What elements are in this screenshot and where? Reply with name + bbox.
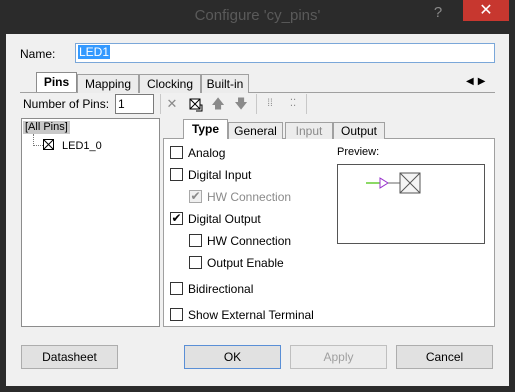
output-enable-label: Output Enable	[207, 256, 284, 270]
tab-type[interactable]: Type	[183, 119, 228, 139]
toolbar-separator	[160, 94, 161, 114]
bidirectional-label: Bidirectional	[188, 282, 254, 296]
apply-button[interactable]: Apply	[290, 345, 387, 369]
di-hw-connection-label: HW Connection	[207, 190, 292, 204]
move-up-icon[interactable]: 🡅	[209, 96, 227, 112]
tab-built-in[interactable]: Built-in	[201, 74, 249, 93]
tab-clocking[interactable]: Clocking	[139, 74, 201, 93]
tree-root-all-pins[interactable]: [All Pins]	[23, 121, 70, 134]
name-input[interactable]	[75, 43, 495, 63]
digital-input-label: Digital Input	[188, 168, 252, 182]
tree-item-led1-0[interactable]: LED1_0	[62, 140, 102, 152]
preview-box	[337, 164, 485, 244]
analog-checkbox[interactable]	[170, 146, 183, 159]
tab-mapping[interactable]: Mapping	[77, 74, 139, 93]
preview-label: Preview:	[337, 146, 380, 158]
tree-connector	[33, 145, 43, 146]
delete-icon[interactable]: ✕	[163, 96, 181, 112]
output-enable-checkbox[interactable]	[189, 256, 202, 269]
ungroup-icon[interactable]: ⁚⁚	[284, 96, 302, 112]
datasheet-button[interactable]: Datasheet	[21, 345, 118, 369]
name-label: Name:	[20, 47, 56, 61]
tab-pins[interactable]: Pins	[36, 72, 77, 92]
di-hw-connection-checkbox[interactable]: ✔	[189, 190, 202, 203]
digital-output-label: Digital Output	[188, 212, 261, 226]
pin-icon	[43, 139, 54, 150]
digital-output-checkbox[interactable]: ✔	[170, 212, 183, 225]
toolbar-separator	[306, 94, 307, 114]
cancel-button[interactable]: Cancel	[396, 345, 493, 369]
tab-scroll-arrows-icon[interactable]: ◀▶	[466, 76, 489, 87]
number-of-pins-label: Number of Pins:	[23, 97, 110, 111]
move-down-icon[interactable]: 🡇	[232, 96, 250, 112]
group-icon[interactable]: ⁞⁞	[261, 96, 279, 112]
tab-input[interactable]: Input	[285, 122, 333, 139]
digital-input-checkbox[interactable]	[170, 168, 183, 181]
tab-general[interactable]: General	[228, 122, 283, 139]
show-external-terminal-label: Show External Terminal	[188, 308, 314, 322]
number-of-pins-input[interactable]: 1	[115, 94, 154, 114]
preview-buffer-icon	[379, 177, 389, 189]
name-input-value[interactable]: LED1	[78, 45, 111, 59]
add-pin-icon[interactable]	[186, 96, 204, 112]
analog-label: Analog	[188, 146, 226, 160]
bidirectional-checkbox[interactable]	[170, 282, 183, 295]
close-button[interactable]: ✕	[463, 0, 509, 21]
ok-button[interactable]: OK	[184, 345, 281, 369]
do-hw-connection-label: HW Connection	[207, 234, 292, 248]
do-hw-connection-checkbox[interactable]	[189, 234, 202, 247]
pin-preview-graphic	[366, 172, 421, 194]
show-external-terminal-checkbox[interactable]	[170, 308, 183, 321]
tab-output[interactable]: Output	[333, 122, 385, 139]
toolbar-separator	[256, 94, 257, 114]
help-button[interactable]: ?	[426, 4, 450, 22]
